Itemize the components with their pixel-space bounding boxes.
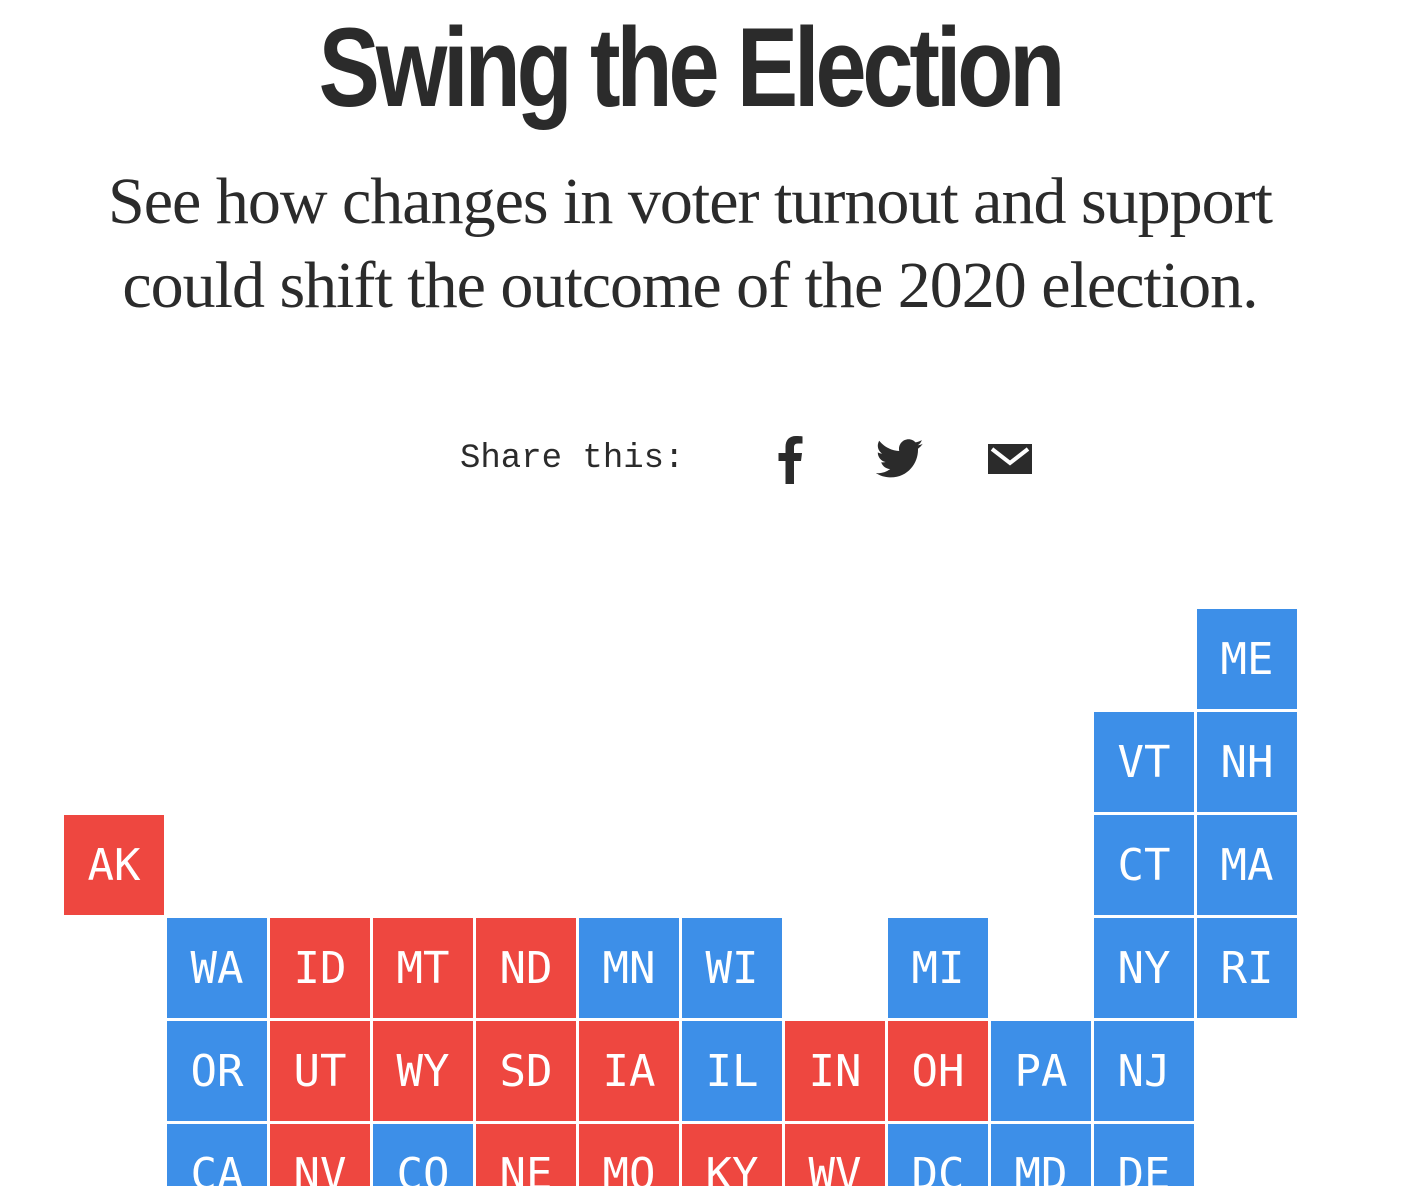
state-tile-wy[interactable]: WY	[373, 1021, 473, 1121]
state-tile-in[interactable]: IN	[785, 1021, 885, 1121]
state-tile-ut[interactable]: UT	[270, 1021, 370, 1121]
state-tile-nj[interactable]: NJ	[1094, 1021, 1194, 1121]
state-tile-ct[interactable]: CT	[1094, 815, 1194, 915]
email-share-button[interactable]	[970, 424, 1050, 494]
state-tile-ia[interactable]: IA	[579, 1021, 679, 1121]
state-tile-nh[interactable]: NH	[1197, 712, 1297, 812]
email-icon	[987, 443, 1033, 475]
facebook-icon	[777, 434, 803, 484]
state-tile-dc[interactable]: DC	[888, 1124, 988, 1186]
state-tile-ak[interactable]: AK	[64, 815, 164, 915]
state-tile-mn[interactable]: MN	[579, 918, 679, 1018]
state-tile-mt[interactable]: MT	[373, 918, 473, 1018]
state-tile-ma[interactable]: MA	[1197, 815, 1297, 915]
state-tile-ca[interactable]: CA	[167, 1124, 267, 1186]
state-tile-de[interactable]: DE	[1094, 1124, 1194, 1186]
state-tile-sd[interactable]: SD	[476, 1021, 576, 1121]
page: Swing the Election See how changes in vo…	[0, 0, 1414, 1186]
state-tile-ky[interactable]: KY	[682, 1124, 782, 1186]
state-tile-or[interactable]: OR	[167, 1021, 267, 1121]
state-tile-me[interactable]: ME	[1197, 609, 1297, 709]
state-tile-co[interactable]: CO	[373, 1124, 473, 1186]
state-tile-vt[interactable]: VT	[1094, 712, 1194, 812]
state-tile-nv[interactable]: NV	[270, 1124, 370, 1186]
state-tile-md[interactable]: MD	[991, 1124, 1091, 1186]
state-tile-id[interactable]: ID	[270, 918, 370, 1018]
state-tile-oh[interactable]: OH	[888, 1021, 988, 1121]
state-tile-nd[interactable]: ND	[476, 918, 576, 1018]
twitter-share-button[interactable]	[860, 424, 940, 494]
state-tile-wv[interactable]: WV	[785, 1124, 885, 1186]
state-tile-il[interactable]: IL	[682, 1021, 782, 1121]
state-tile-ri[interactable]: RI	[1197, 918, 1297, 1018]
state-tile-wi[interactable]: WI	[682, 918, 782, 1018]
state-tile-mi[interactable]: MI	[888, 918, 988, 1018]
share-bar: Share this:	[460, 424, 1080, 494]
state-tile-pa[interactable]: PA	[991, 1021, 1091, 1121]
state-tile-wa[interactable]: WA	[167, 918, 267, 1018]
twitter-icon	[876, 439, 924, 479]
page-title: Swing the Election	[318, 5, 1066, 130]
state-tile-ny[interactable]: NY	[1094, 918, 1194, 1018]
state-tile-ne[interactable]: NE	[476, 1124, 576, 1186]
share-label: Share this:	[460, 440, 685, 478]
page-subtitle: See how changes in voter turnout and sup…	[108, 165, 1273, 322]
state-tile-mo[interactable]: MO	[579, 1124, 679, 1186]
facebook-share-button[interactable]	[750, 424, 830, 494]
